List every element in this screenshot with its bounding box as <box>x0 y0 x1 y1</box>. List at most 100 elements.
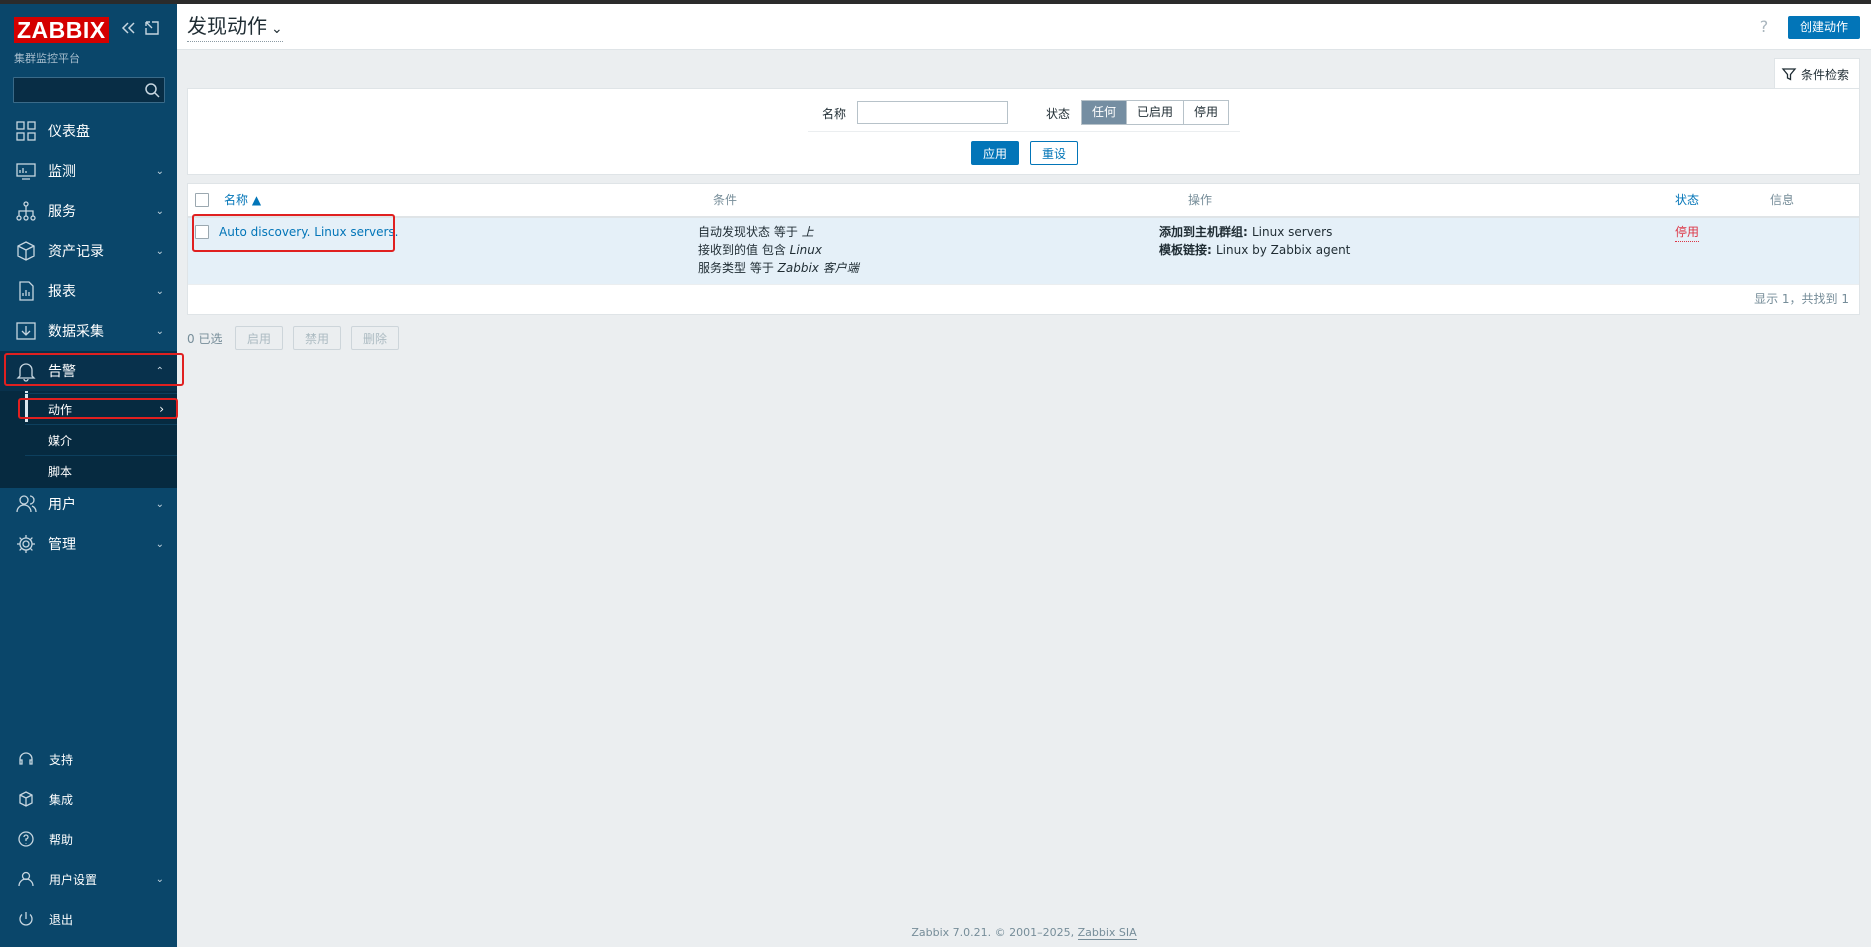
page-title-dropdown[interactable]: 发现动作 ⌄ <box>187 14 283 42</box>
select-all-checkbox[interactable] <box>195 193 209 207</box>
paging-summary: 显示 1，共找到 1 <box>1754 292 1849 306</box>
search-icon[interactable] <box>144 82 160 98</box>
gear-icon <box>15 533 37 555</box>
condition-line: 服务类型 等于 Zabbix 客户端 <box>698 261 859 275</box>
operation-line: 添加到主机群组: Linux servers <box>1159 225 1333 239</box>
chevron-right-icon: › <box>159 402 164 416</box>
menu-dashboard[interactable]: 仪表盘 <box>0 111 177 151</box>
help-icon[interactable]: ? <box>1755 17 1773 36</box>
filter-icon <box>1781 66 1797 82</box>
menu-administration[interactable]: 管理 ⌄ <box>0 524 177 564</box>
operation-line: 模板链接: Linux by Zabbix agent <box>1159 243 1351 257</box>
sidebar-search-input[interactable] <box>13 77 165 103</box>
footer-link[interactable]: Zabbix SIA <box>1077 926 1137 940</box>
filter-status-label: 状态 <box>1046 107 1071 121</box>
reset-button[interactable]: 重设 <box>1030 141 1079 165</box>
action-name-link[interactable]: Auto discovery. Linux servers. <box>219 223 398 241</box>
apply-button[interactable]: 应用 <box>971 141 1020 165</box>
menu-data-collection[interactable]: 数据采集 ⌄ <box>0 311 177 351</box>
filter-name-input[interactable] <box>857 101 1008 124</box>
row-divider <box>188 284 1859 285</box>
user-settings-icon <box>17 870 35 888</box>
mass-enable-button[interactable]: 启用 <box>235 326 284 350</box>
status-toggle[interactable]: 停用 <box>1675 223 1700 242</box>
condition-line: 自动发现状态 等于 上 <box>698 225 814 239</box>
mass-delete-button[interactable]: 删除 <box>351 326 400 350</box>
row-checkbox[interactable] <box>195 225 209 239</box>
column-header-conditions: 条件 <box>713 193 738 207</box>
column-header-info: 信息 <box>1770 193 1795 207</box>
menu-users[interactable]: 用户 ⌄ <box>0 484 177 524</box>
menu-label: 管理 <box>48 537 76 553</box>
filter-status-segmented: 任何 已启用 停用 <box>1081 100 1230 125</box>
chevron-down-icon: ⌄ <box>155 245 164 257</box>
menu-inventory[interactable]: 资产记录 ⌄ <box>0 231 177 271</box>
submenu-label: 媒介 <box>48 433 73 448</box>
data-collection-icon <box>15 320 37 342</box>
status-option-any[interactable]: 任何 <box>1082 101 1128 124</box>
menu-help[interactable]: 帮助 <box>0 821 177 857</box>
menu-support[interactable]: 支持 <box>0 741 177 777</box>
menu-label: 退出 <box>49 912 74 927</box>
action-conditions: 自动发现状态 等于 上 接收到的值 包含 Linux 服务类型 等于 Zabbi… <box>698 223 859 277</box>
selected-count: 0 已选 <box>187 332 223 346</box>
menu-label: 帮助 <box>49 832 74 847</box>
filter-panel: 名称 状态 任何 已启用 停用 应用 重设 <box>187 88 1860 175</box>
menu-user-settings[interactable]: 用户设置 ⌄ <box>0 861 177 897</box>
submenu-media[interactable]: 媒介 <box>25 424 177 455</box>
column-header-status[interactable]: 状态 <box>1675 184 1699 216</box>
column-header-operations: 操作 <box>1188 193 1213 207</box>
menu-label: 仪表盘 <box>48 124 90 140</box>
submenu-label: 脚本 <box>48 464 73 479</box>
chevron-down-icon: ⌄ <box>155 205 164 217</box>
condition-line: 接收到的值 包含 Linux <box>698 243 822 257</box>
filter-tab[interactable]: 条件检索 <box>1774 58 1860 89</box>
power-icon <box>17 910 35 928</box>
page-title: 发现动作 <box>187 14 267 38</box>
menu-sign-out[interactable]: 退出 <box>0 901 177 937</box>
chevron-down-icon: ⌄ <box>155 285 164 297</box>
menu-label: 数据采集 <box>48 324 104 340</box>
submenu-label: 动作 <box>48 402 73 417</box>
dashboard-icon <box>15 120 37 142</box>
sidebar: ZABBIX 集群监控平台 仪表盘 监测 ⌄ 服务 ⌄ 资产记录 ⌄ 报表 ⌄ … <box>0 4 177 947</box>
create-action-button[interactable]: 创建动作 <box>1787 16 1860 39</box>
status-option-enabled[interactable]: 已启用 <box>1127 101 1185 124</box>
menu-label: 支持 <box>49 752 74 767</box>
submenu-scripts[interactable]: 脚本 <box>25 455 177 486</box>
menu-services[interactable]: 服务 ⌄ <box>0 191 177 231</box>
collapse-sidebar-icon[interactable] <box>119 19 137 37</box>
users-icon <box>15 493 37 515</box>
alerts-submenu: 动作 › 媒介 脚本 <box>0 391 177 488</box>
column-header-name[interactable]: 名称 ▲ <box>224 184 261 216</box>
chevron-down-icon: ⌄ <box>155 538 164 550</box>
menu-label: 用户 <box>48 497 76 513</box>
menu-reports[interactable]: 报表 ⌄ <box>0 271 177 311</box>
submenu-actions[interactable]: 动作 › <box>25 393 177 424</box>
help-icon <box>17 830 35 848</box>
action-operations: 添加到主机群组: Linux servers 模板链接: Linux by Za… <box>1159 223 1350 259</box>
menu-label: 用户设置 <box>49 872 98 887</box>
menu-label: 服务 <box>48 204 76 220</box>
filter-name-label: 名称 <box>822 107 847 121</box>
menu-integrations[interactable]: 集成 <box>0 781 177 817</box>
chevron-down-icon: ⌄ <box>155 325 164 337</box>
menu-label: 告警 <box>48 364 76 380</box>
monitoring-icon <box>15 160 37 182</box>
menu-alerts[interactable]: 告警 ⌃ <box>0 351 177 391</box>
mass-disable-button[interactable]: 禁用 <box>293 326 342 350</box>
integrations-icon <box>17 790 35 808</box>
chevron-down-icon: ⌄ <box>155 873 164 885</box>
menu-monitoring[interactable]: 监测 ⌄ <box>0 151 177 191</box>
services-icon <box>15 200 37 222</box>
filter-divider <box>808 131 1240 132</box>
chevron-down-icon: ⌄ <box>155 165 164 177</box>
sidebar-subtitle: 集群监控平台 <box>14 52 80 65</box>
zabbix-logo[interactable]: ZABBIX <box>14 17 109 43</box>
chevron-down-icon: ⌄ <box>155 498 164 510</box>
menu-label: 监测 <box>48 164 76 180</box>
kiosk-mode-icon[interactable] <box>143 19 161 37</box>
menu-label: 资产记录 <box>48 244 104 260</box>
page-header: 发现动作 ⌄ ? 创建动作 <box>177 4 1871 50</box>
status-option-disabled[interactable]: 停用 <box>1184 101 1229 124</box>
